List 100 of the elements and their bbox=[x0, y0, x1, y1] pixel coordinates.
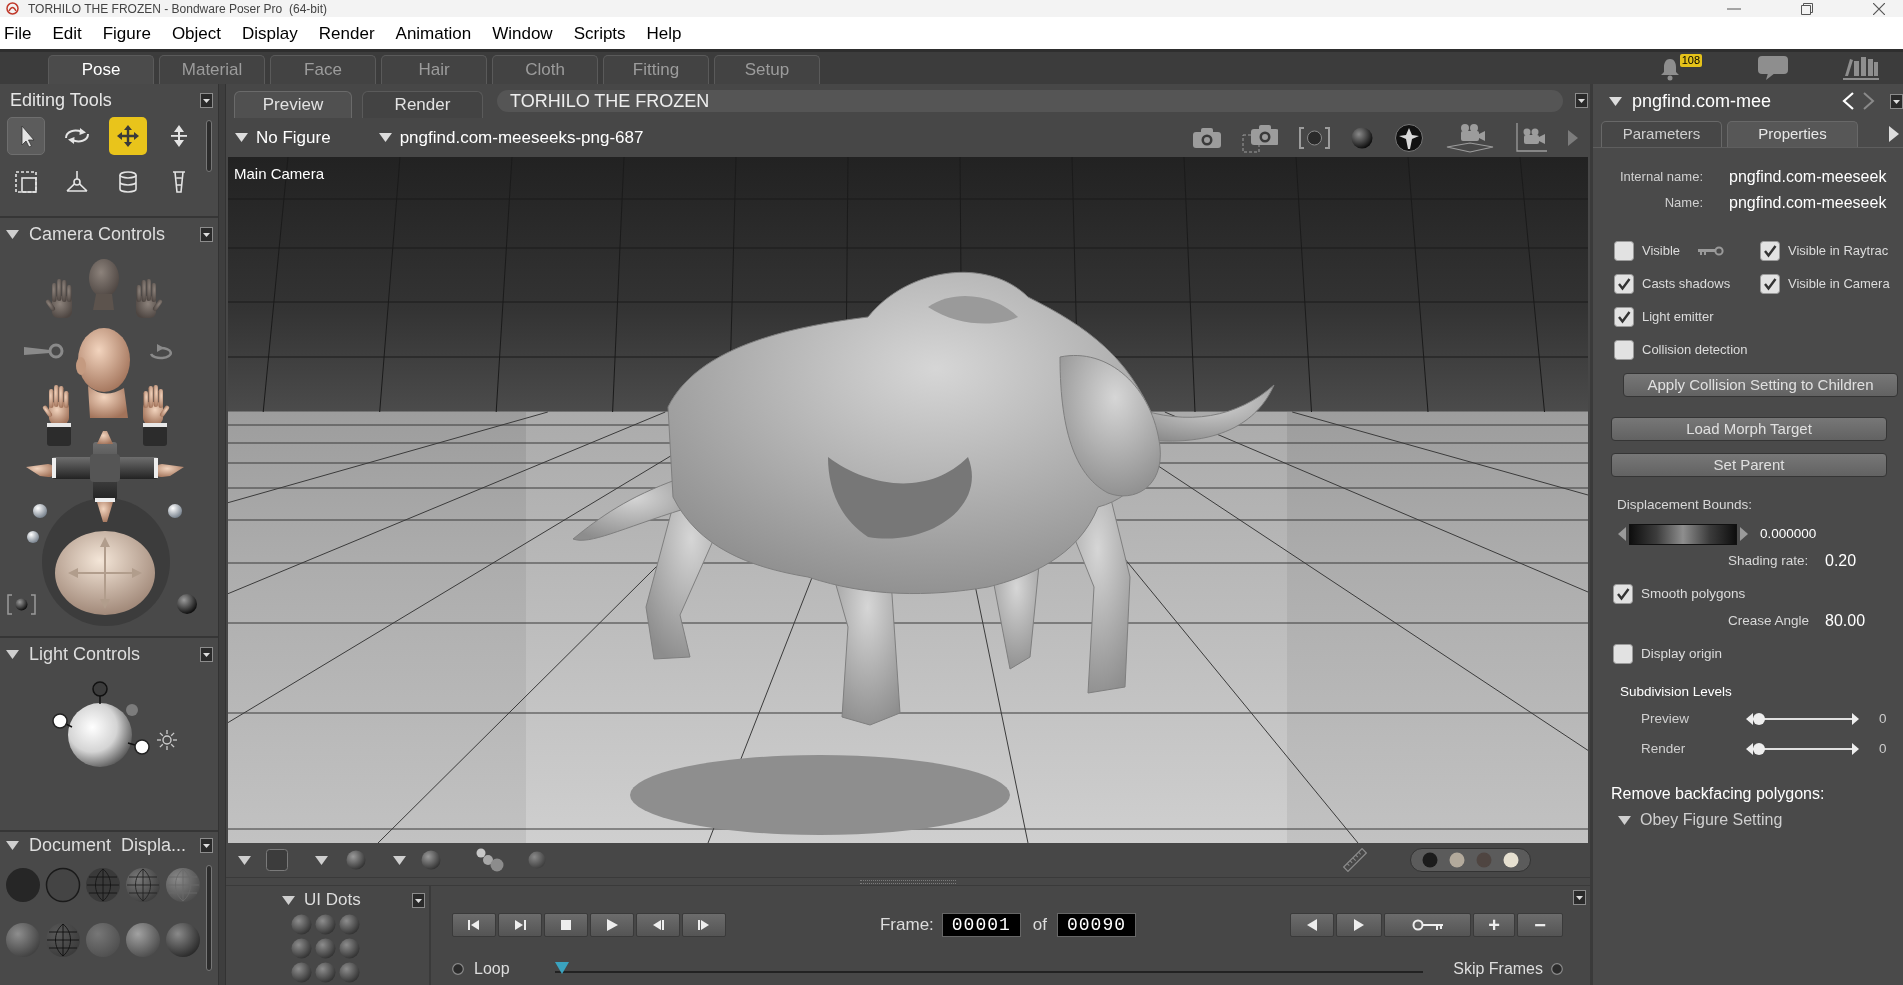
trackball-icon[interactable] bbox=[55, 531, 155, 615]
ui-dot-icon[interactable] bbox=[291, 938, 312, 959]
ruler-icon[interactable] bbox=[1343, 848, 1367, 872]
caret-icon[interactable] bbox=[315, 855, 328, 865]
panel-menu-icon[interactable] bbox=[200, 226, 213, 242]
checkbox[interactable] bbox=[1614, 273, 1634, 294]
key-icon[interactable] bbox=[24, 343, 64, 359]
current-frame-field[interactable]: 00001 bbox=[941, 913, 1021, 937]
resize-grip[interactable] bbox=[860, 879, 956, 884]
ui-dot-icon[interactable] bbox=[315, 938, 336, 959]
panel-menu-icon[interactable] bbox=[1890, 93, 1903, 109]
ball-icon[interactable] bbox=[177, 594, 197, 614]
actor-menu[interactable]: pngfind.com-meeseeks-png-687 bbox=[378, 124, 644, 151]
head-icon[interactable] bbox=[76, 328, 130, 418]
ui-dot-icon[interactable] bbox=[315, 962, 336, 983]
panel-menu-icon[interactable] bbox=[1575, 93, 1588, 108]
panel-menu-icon[interactable] bbox=[412, 892, 425, 908]
panel-menu-icon[interactable] bbox=[1573, 890, 1586, 905]
panel-tab[interactable]: Parameters bbox=[1601, 121, 1722, 147]
cross-pad-icon[interactable] bbox=[26, 431, 184, 522]
go-to-start-button[interactable] bbox=[452, 913, 496, 937]
menu-item[interactable]: Scripts bbox=[573, 24, 626, 42]
rotate-icon[interactable] bbox=[150, 344, 172, 360]
action-button[interactable]: Load Morph Target bbox=[1611, 417, 1887, 441]
camera-frame-icon[interactable] bbox=[7, 594, 36, 615]
menu-item[interactable]: Edit bbox=[52, 24, 82, 42]
caret-icon[interactable] bbox=[282, 895, 295, 905]
stop-button[interactable] bbox=[544, 913, 588, 937]
checkbox[interactable] bbox=[1614, 339, 1634, 360]
menu-item[interactable]: Figure bbox=[102, 24, 151, 42]
total-frames-field[interactable]: 00090 bbox=[1057, 913, 1136, 937]
light-handle[interactable] bbox=[52, 713, 73, 729]
ui-dot-icon[interactable] bbox=[339, 914, 360, 935]
color-swatch-icon[interactable] bbox=[1422, 852, 1439, 868]
tool-button[interactable] bbox=[108, 117, 147, 155]
checkbox[interactable] bbox=[1614, 240, 1634, 261]
room-tab[interactable]: Cloth bbox=[492, 55, 598, 84]
apply-collision-button[interactable]: Apply Collision Setting to Children bbox=[1623, 373, 1898, 397]
checkbox[interactable] bbox=[1760, 273, 1780, 294]
menu-item[interactable]: Object bbox=[171, 24, 222, 42]
arrow-left-icon[interactable] bbox=[1618, 527, 1626, 541]
sphere-bracket-icon[interactable] bbox=[1298, 125, 1331, 150]
sun-icon[interactable] bbox=[156, 729, 178, 751]
color-swatch-icon[interactable] bbox=[1449, 852, 1466, 868]
arrow-right-icon[interactable] bbox=[1740, 527, 1748, 541]
caret-icon[interactable] bbox=[238, 855, 251, 865]
action-button[interactable]: Set Parent bbox=[1611, 453, 1887, 477]
panel-menu-icon[interactable] bbox=[200, 92, 213, 108]
wireframe-sphere-icon[interactable] bbox=[125, 867, 161, 903]
playhead-marker[interactable] bbox=[554, 962, 569, 974]
add-key-button[interactable]: + bbox=[1473, 913, 1515, 937]
document-title-field[interactable]: TORHILO THE FROZEN bbox=[497, 90, 1563, 112]
room-tab[interactable]: Face bbox=[270, 55, 376, 84]
tool-button[interactable] bbox=[6, 117, 45, 155]
sphere-icon[interactable] bbox=[125, 922, 161, 958]
ui-dot-icon[interactable] bbox=[315, 914, 336, 935]
checkbox[interactable] bbox=[1760, 240, 1780, 261]
next-key-button[interactable] bbox=[1336, 913, 1382, 937]
crease-angle-field[interactable]: 80.00 bbox=[1825, 609, 1866, 633]
library-books-icon[interactable] bbox=[1842, 55, 1880, 81]
step-forward-button[interactable] bbox=[682, 913, 726, 937]
displacement-dial[interactable] bbox=[1629, 523, 1737, 545]
close-icon[interactable] bbox=[1873, 2, 1885, 15]
sphere-icon[interactable] bbox=[421, 850, 441, 870]
arrow-left-icon[interactable] bbox=[1746, 743, 1753, 755]
checkbox[interactable] bbox=[1613, 584, 1633, 604]
step-back-button[interactable] bbox=[636, 913, 680, 937]
sphere-icon[interactable] bbox=[528, 851, 546, 869]
panel-tab[interactable]: Properties bbox=[1727, 121, 1858, 147]
panel-menu-icon[interactable] bbox=[200, 837, 213, 853]
light-sphere[interactable] bbox=[68, 703, 132, 767]
checkbox[interactable] bbox=[1613, 644, 1633, 664]
caret-icon[interactable] bbox=[1609, 96, 1622, 106]
figure-menu[interactable]: No Figure bbox=[235, 124, 331, 151]
room-tab[interactable]: Setup bbox=[714, 55, 820, 84]
shading-rate-field[interactable]: 0.20 bbox=[1825, 549, 1857, 573]
menu-item[interactable]: Animation bbox=[395, 24, 472, 42]
view-tab[interactable]: Preview bbox=[234, 91, 352, 118]
movie-camera-axes-icon[interactable] bbox=[1515, 122, 1548, 153]
sphere-icon[interactable] bbox=[165, 922, 201, 958]
ui-dot-icon[interactable] bbox=[339, 938, 360, 959]
spheres-icon[interactable] bbox=[476, 848, 504, 872]
menu-item[interactable]: Display bbox=[242, 24, 298, 42]
raised-hand-icon[interactable] bbox=[143, 385, 171, 446]
backfacing-menu[interactable]: Obey Figure Setting bbox=[1618, 808, 1783, 832]
menu-item[interactable]: File bbox=[4, 24, 32, 42]
caret-icon[interactable] bbox=[6, 649, 19, 659]
menu-item[interactable]: Help bbox=[646, 24, 682, 42]
ui-dot-icon[interactable] bbox=[291, 914, 312, 935]
sphere-icon[interactable] bbox=[1351, 126, 1373, 149]
ui-dot-icon[interactable] bbox=[339, 962, 360, 983]
radio-button[interactable] bbox=[1551, 963, 1563, 975]
slider-thumb[interactable] bbox=[1753, 713, 1765, 725]
view-tab[interactable]: Render bbox=[362, 91, 483, 118]
arrow-right-icon[interactable] bbox=[1852, 743, 1859, 755]
light-handle[interactable] bbox=[126, 704, 138, 716]
room-tab[interactable]: Pose bbox=[48, 55, 154, 84]
scrollbar[interactable] bbox=[206, 120, 212, 172]
caret-icon[interactable] bbox=[6, 840, 19, 850]
3d-viewport[interactable]: Main Camera bbox=[228, 157, 1588, 843]
